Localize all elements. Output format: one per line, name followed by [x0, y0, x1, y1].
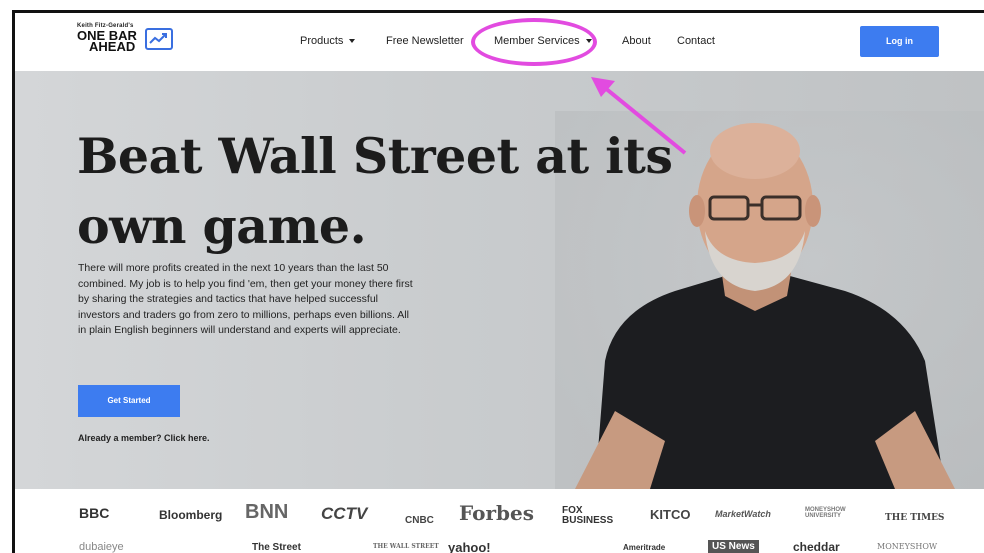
nav-contact[interactable]: Contact [677, 35, 715, 47]
press-logos: BBC Bloomberg BNN CCTV CNBC Forbes FOX B… [15, 489, 984, 553]
nav-about[interactable]: About [622, 35, 651, 47]
nav-products[interactable]: Products [300, 35, 356, 47]
cnbc-logo: CNBC [405, 515, 434, 526]
hero-section: Beat Wall Street at its own game. There … [15, 71, 984, 489]
login-button[interactable]: Log in [860, 26, 939, 57]
marketwatch-logo: MarketWatch [715, 509, 771, 519]
the-times-logo: THE TIMES [885, 513, 945, 523]
page-frame: Keith Fitz-Gerald's ONE BAR AHEAD Produc… [12, 10, 984, 553]
yahoo-logo: yahoo! [448, 540, 491, 553]
get-started-button[interactable]: Get Started [78, 385, 180, 417]
bbc-logo: BBC [79, 505, 110, 521]
annotation-circle [471, 18, 597, 66]
logo-line-2: AHEAD [89, 39, 136, 54]
cctv-logo: CCTV [321, 504, 368, 523]
kitco-logo: KITCO [650, 507, 691, 522]
chevron-down-icon [349, 39, 356, 44]
bnn-logo: BNN [245, 501, 289, 523]
usnews-logo: US News [708, 540, 759, 553]
the-street-logo: The Street [252, 542, 301, 553]
ameritrade-logo: Ameritrade [623, 543, 666, 552]
member-link[interactable]: Already a member? Click here. [78, 433, 210, 443]
bloomberg-logo: Bloomberg [159, 508, 223, 522]
chart-icon [145, 28, 173, 50]
forbes-logo: Forbes [459, 501, 534, 525]
moneyshow-logo: MONEYSHOW UNIVERSITY [805, 507, 846, 519]
nav-free-newsletter[interactable]: Free Newsletter [386, 35, 464, 47]
dubaieye-logo: dubaieye [79, 541, 124, 553]
hero-paragraph: There will more profits created in the n… [78, 262, 413, 336]
site-logo[interactable]: Keith Fitz-Gerald's ONE BAR AHEAD [77, 23, 187, 61]
fox-business-logo: FOX BUSINESS [562, 505, 614, 526]
wsj-logo: THE WALL STREET [373, 543, 439, 550]
cheddar-logo: cheddar [793, 540, 840, 553]
headline-line-2: own game. [77, 197, 367, 255]
nav-products-label: Products [300, 35, 344, 47]
annotation-arrow [591, 77, 687, 155]
moneyshow-logo-2: MONEYSHOW [877, 542, 938, 551]
